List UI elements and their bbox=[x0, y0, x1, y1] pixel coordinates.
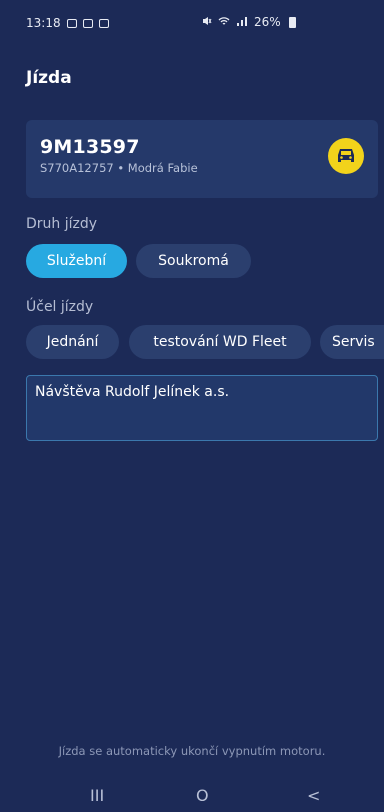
recent-apps-button[interactable]: III bbox=[90, 786, 104, 805]
system-nav-bar: III O < bbox=[0, 786, 384, 812]
wifi-icon bbox=[218, 15, 230, 29]
signal-icon bbox=[236, 15, 248, 29]
vehicle-card[interactable]: 9M13597 S770A12757 • Modrá Fabie bbox=[26, 120, 378, 198]
mute-icon bbox=[202, 15, 212, 29]
footer-note: Jízda se automaticky ukončí vypnutím mot… bbox=[58, 744, 326, 758]
purpose-chip-testing[interactable]: testování WD Fleet bbox=[129, 325, 311, 359]
trip-type-business-chip[interactable]: Služební bbox=[26, 244, 127, 278]
trip-type-private-chip[interactable]: Soukromá bbox=[136, 244, 251, 278]
trip-type-label: Druh jízdy bbox=[26, 216, 98, 232]
battery-label: 26% bbox=[254, 15, 281, 29]
gallery-icon bbox=[98, 18, 109, 28]
purpose-label: Účel jízdy bbox=[26, 299, 94, 315]
purpose-chip-service[interactable]: Servis bbox=[320, 325, 384, 359]
shield-icon bbox=[82, 18, 93, 28]
page-title: Jízda bbox=[26, 68, 72, 88]
message-icon bbox=[66, 18, 77, 28]
car-icon[interactable] bbox=[328, 138, 364, 174]
back-button[interactable]: < bbox=[307, 786, 320, 805]
status-time: 13:18 bbox=[26, 16, 61, 30]
battery-icon bbox=[288, 16, 296, 28]
vehicle-plate: 9M13597 bbox=[40, 136, 140, 158]
purpose-input[interactable]: Návštěva Rudolf Jelínek a.s. bbox=[26, 375, 378, 441]
purpose-chip-meeting[interactable]: Jednání bbox=[26, 325, 119, 359]
home-button[interactable]: O bbox=[196, 786, 209, 805]
status-bar: 13:18 26% bbox=[0, 0, 384, 56]
vehicle-subtitle: S770A12757 • Modrá Fabie bbox=[40, 161, 198, 175]
